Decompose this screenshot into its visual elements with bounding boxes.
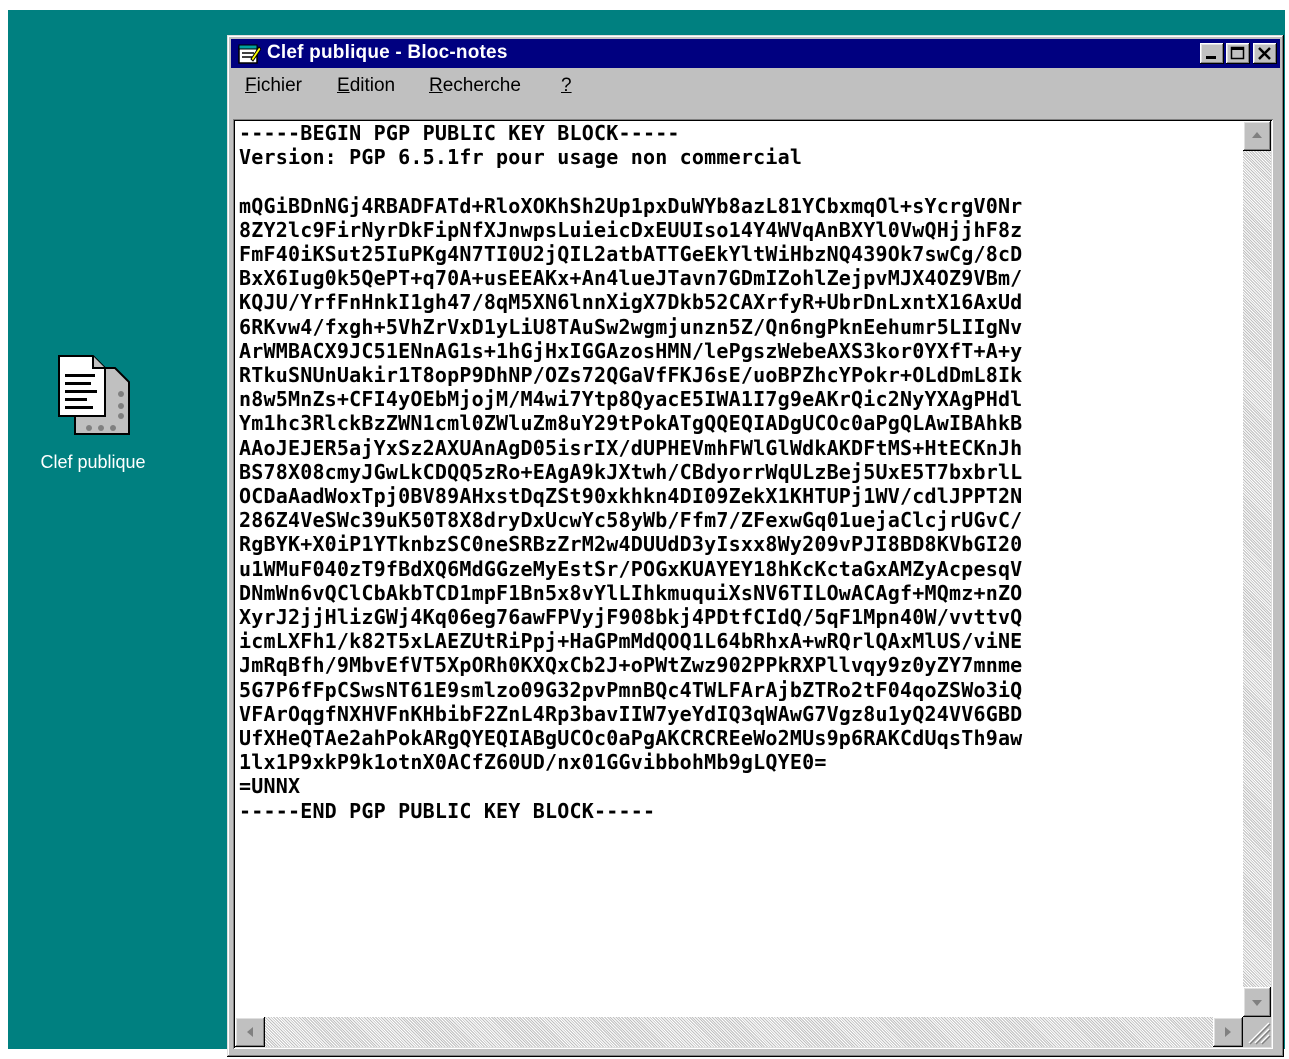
menu-recherche-label: echerche xyxy=(442,75,521,96)
menu-recherche[interactable]: Recherche xyxy=(429,75,521,97)
desktop: Clef publique Clef publique - Bloc-notes xyxy=(8,10,1285,1057)
vertical-scrollbar[interactable] xyxy=(1243,121,1271,1017)
desktop-icon-clef-publique[interactable]: Clef publique xyxy=(18,350,168,473)
scroll-down-button[interactable] xyxy=(1243,987,1271,1017)
scroll-down-arrow-icon xyxy=(1252,1000,1262,1006)
scroll-up-arrow-icon xyxy=(1252,132,1262,138)
document-text[interactable]: -----BEGIN PGP PUBLIC KEY BLOCK----- Ver… xyxy=(239,121,1239,1001)
scroll-up-button[interactable] xyxy=(1243,121,1271,151)
window-title: Clef publique - Bloc-notes xyxy=(267,42,508,63)
scroll-right-arrow-icon xyxy=(1225,1027,1231,1037)
scroll-left-arrow-icon xyxy=(247,1027,253,1037)
scroll-right-button[interactable] xyxy=(1213,1017,1243,1047)
scroll-left-button[interactable] xyxy=(235,1017,265,1047)
minimize-button[interactable] xyxy=(1200,43,1224,64)
close-button[interactable] xyxy=(1253,43,1277,64)
menu-fichier-label: ichier xyxy=(256,75,303,96)
menu-edition-accel: E xyxy=(337,75,350,96)
size-grip[interactable] xyxy=(1243,1017,1271,1047)
menu-fichier[interactable]: Fichier xyxy=(245,75,302,97)
desktop-icon-label: Clef publique xyxy=(40,452,146,472)
horizontal-scrollbar[interactable] xyxy=(235,1017,1243,1047)
menu-edition-label: dition xyxy=(349,75,396,96)
menu-fichier-accel: F xyxy=(245,75,257,96)
maximize-icon xyxy=(1230,46,1245,60)
maximize-button[interactable] xyxy=(1226,43,1250,64)
menu-recherche-accel: R xyxy=(429,75,443,96)
minimize-icon xyxy=(1206,56,1216,59)
size-grip-icon xyxy=(1248,1022,1271,1045)
title-bar[interactable]: Clef publique - Bloc-notes xyxy=(231,39,1280,68)
close-icon xyxy=(1258,47,1271,60)
menu-help-accel: ? xyxy=(561,75,572,96)
notepad-icon xyxy=(238,44,261,64)
notepad-window: Clef publique - Bloc-notes Fichier Editi… xyxy=(227,35,1284,1057)
menu-help[interactable]: ? xyxy=(561,75,572,97)
text-file-icon xyxy=(58,355,130,435)
text-editor-frame: -----BEGIN PGP PUBLIC KEY BLOCK----- Ver… xyxy=(233,119,1273,1049)
menu-bar: Fichier Edition Recherche ? xyxy=(231,71,1280,101)
menu-edition[interactable]: Edition xyxy=(337,75,395,97)
